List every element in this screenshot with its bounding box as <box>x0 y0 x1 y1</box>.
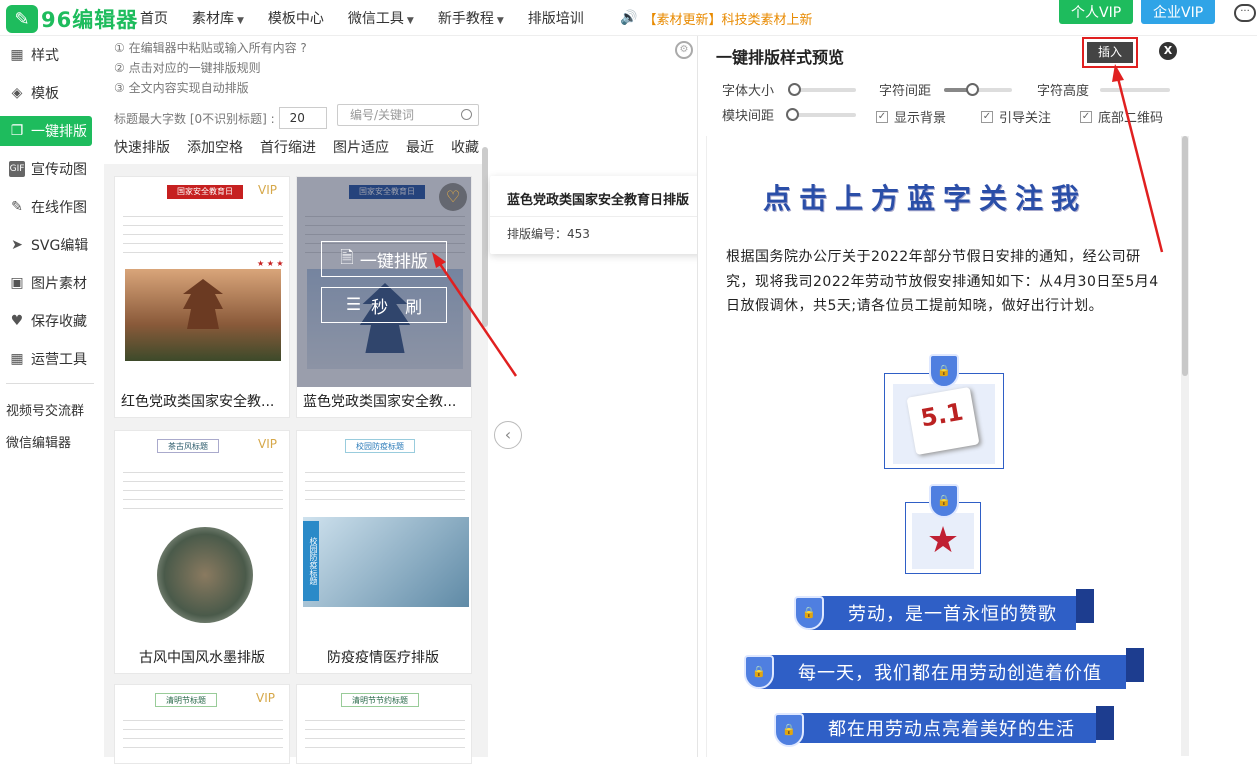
red-arrow-head <box>432 252 446 268</box>
red-arrow <box>438 263 518 377</box>
red-arrow <box>1116 77 1164 253</box>
red-arrow-head <box>1112 64 1124 82</box>
annotation-arrows <box>432 64 1164 377</box>
